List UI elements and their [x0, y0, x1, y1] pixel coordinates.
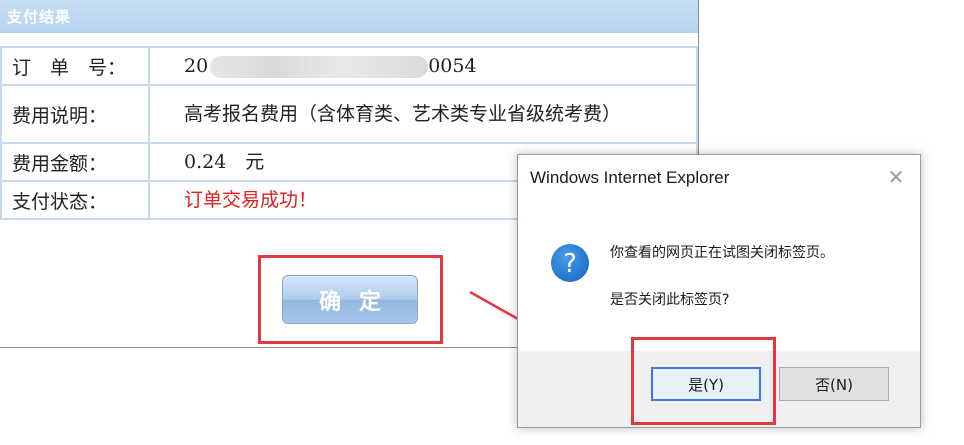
yes-highlight-box	[631, 337, 776, 425]
table-row: 订 单 号： 20 0054	[0, 46, 698, 86]
question-icon: ?	[551, 244, 589, 282]
order-number-label: 订 单 号：	[0, 46, 150, 86]
close-icon[interactable]: ✕	[884, 165, 908, 189]
redacted-area	[210, 55, 429, 78]
fee-description-value: 高考报名费用（含体育类、艺术类专业省级统考费）	[148, 84, 698, 144]
fee-amount-label: 费用金额：	[0, 142, 150, 182]
confirm-button[interactable]: 确定	[282, 275, 418, 324]
table-row: 费用说明： 高考报名费用（含体育类、艺术类专业省级统考费）	[0, 84, 698, 144]
payment-status-label: 支付状态：	[0, 180, 150, 220]
dialog-message: 你查看的网页正在试图关闭标签页。	[610, 245, 834, 261]
svg-text:?: ?	[563, 249, 577, 279]
panel-title: 支付结果	[7, 8, 72, 26]
order-number-prefix: 20	[184, 54, 209, 77]
order-number-value: 20 0054	[148, 46, 698, 86]
no-button[interactable]: 否(N)	[779, 367, 889, 401]
fee-description-label: 费用说明：	[0, 84, 150, 144]
panel-header: 支付结果	[0, 0, 698, 33]
dialog-question: 是否关闭此标签页?	[610, 292, 730, 308]
dialog-title: Windows Internet Explorer	[530, 168, 730, 187]
order-number-suffix: 0054	[428, 54, 477, 77]
